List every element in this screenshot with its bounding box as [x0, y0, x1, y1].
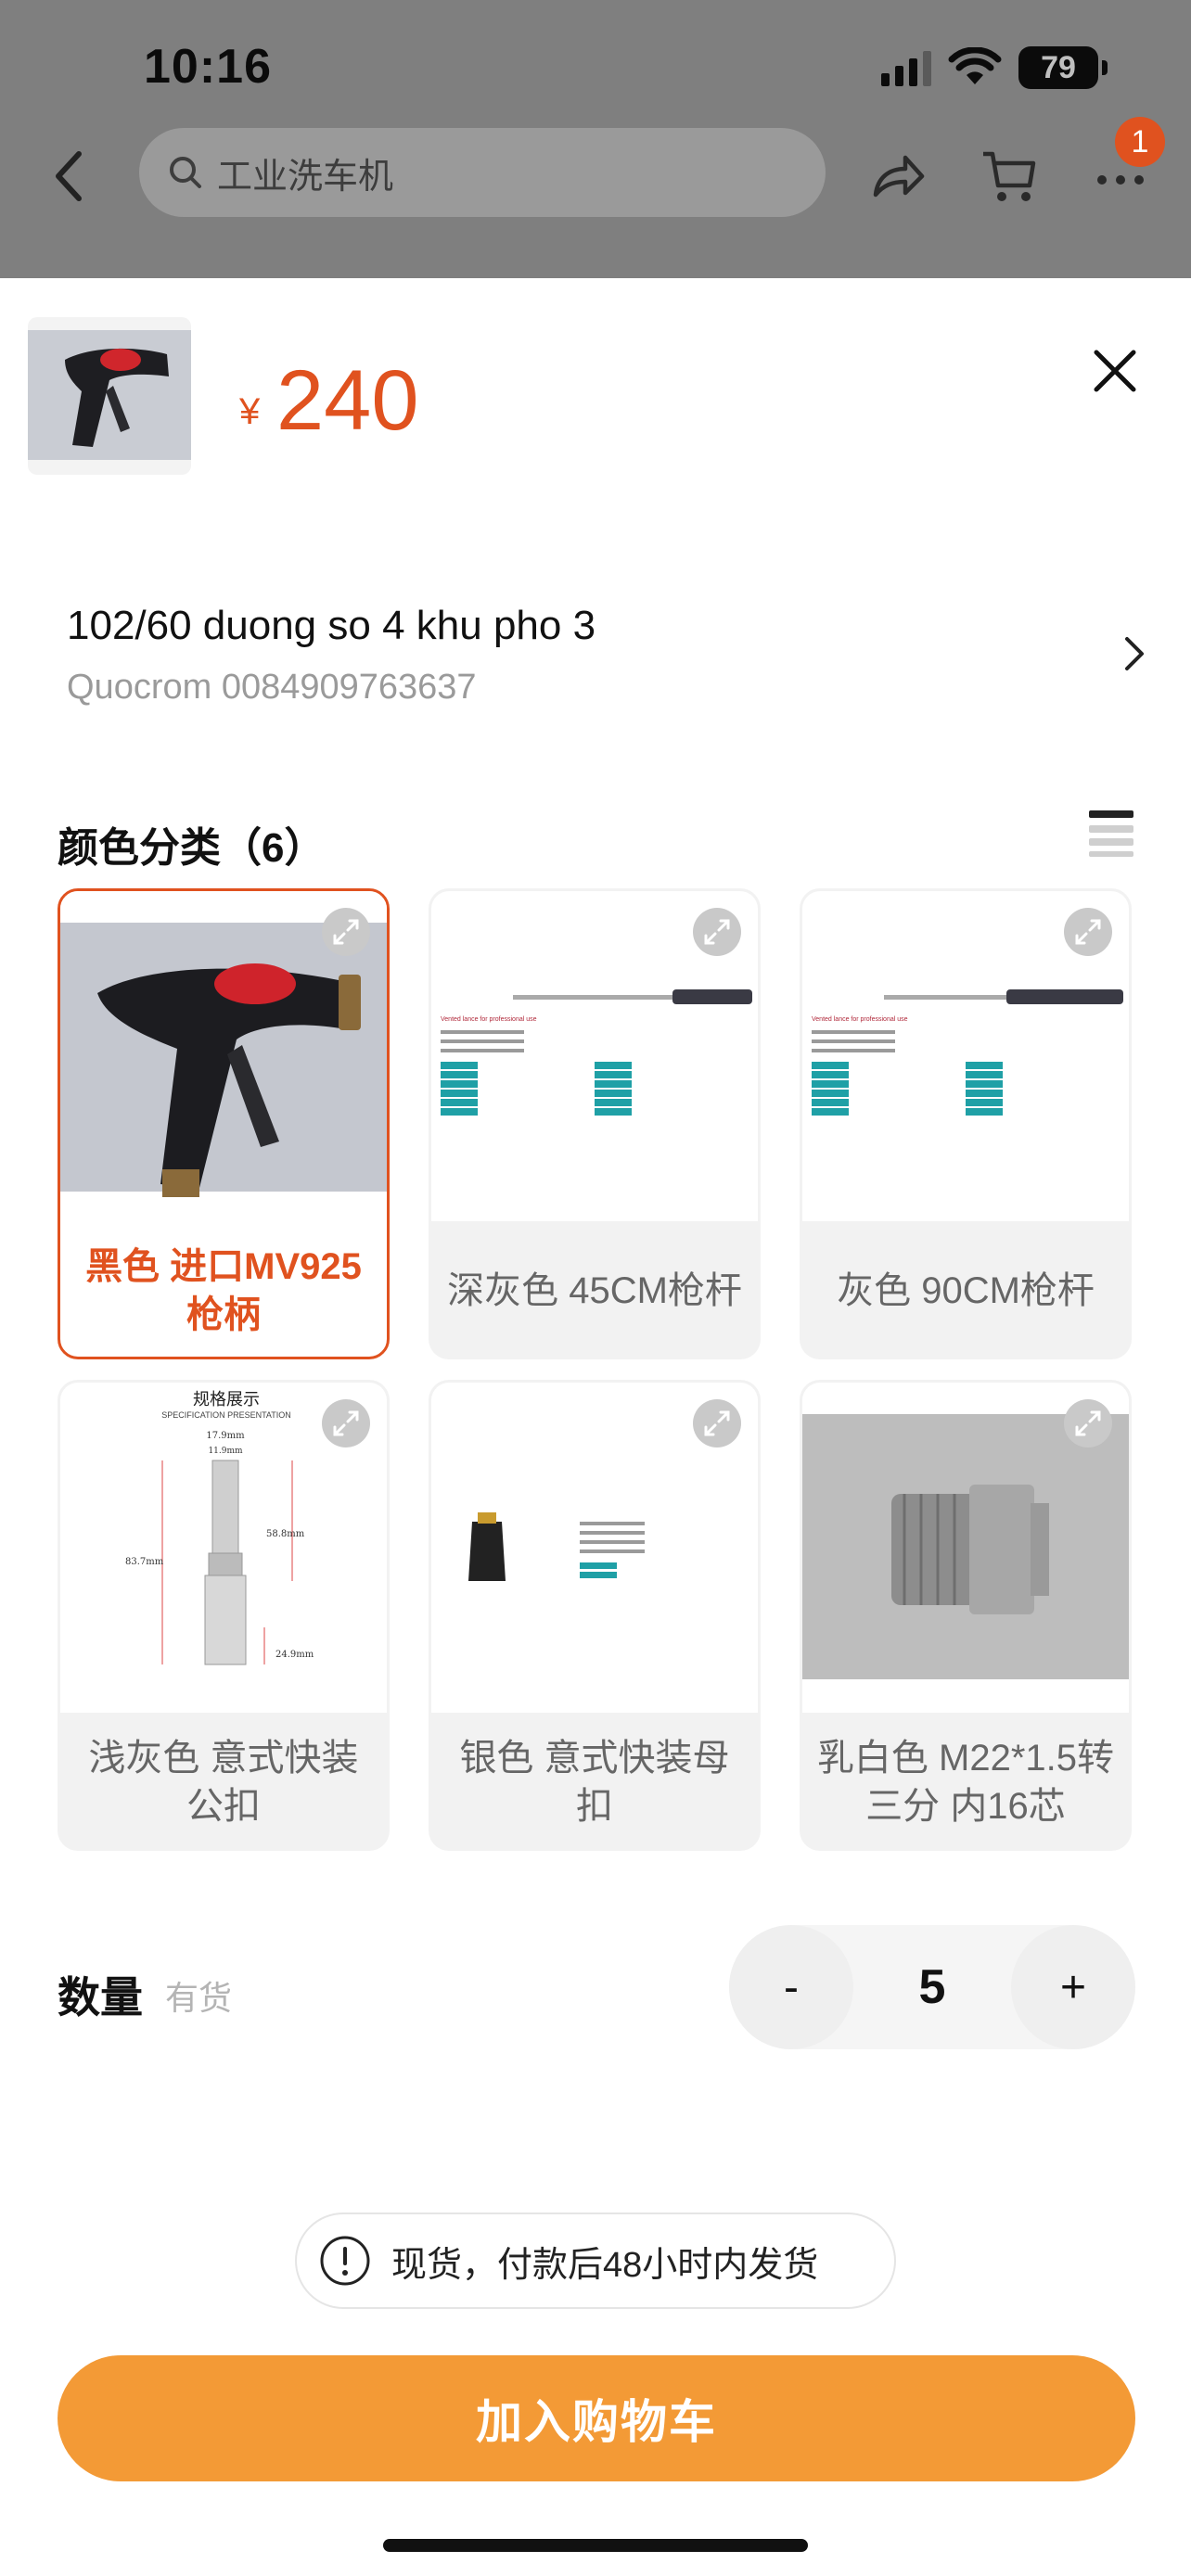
lance-spec-heading: Vented lance for professional use	[812, 1016, 908, 1023]
battery-level: 79	[1041, 49, 1076, 85]
expand-icon[interactable]	[1064, 1399, 1112, 1447]
expand-icon[interactable]	[322, 1399, 370, 1447]
expand-icon[interactable]	[693, 1399, 741, 1447]
increment-button[interactable]: +	[1011, 1925, 1135, 2049]
signal-icon	[881, 49, 931, 86]
variant-card[interactable]: Vented lance for professional use 灰色 90C	[800, 888, 1132, 1359]
quantity-stepper: - 5 +	[729, 1925, 1135, 2049]
variant-card[interactable]: 黑色 进口MV925枪柄	[58, 888, 390, 1359]
status-time: 10:16	[144, 40, 272, 94]
variant-section-title: 颜色分类（6）	[58, 825, 326, 871]
back-icon[interactable]	[51, 148, 88, 204]
price-value: 240	[276, 353, 419, 448]
product-thumbnail[interactable]	[28, 317, 191, 475]
variant-image	[60, 891, 387, 1221]
spec-heading: 规格展示	[193, 1390, 260, 1409]
spec-dim-label: 24.9mm	[275, 1650, 314, 1660]
expand-icon[interactable]	[1064, 908, 1112, 956]
variant-label: 银色 意式快装母扣	[459, 1738, 730, 1827]
variant-card[interactable]: 乳白色 M22*1.5转三分 内16芯	[800, 1380, 1132, 1851]
close-icon[interactable]	[1087, 343, 1143, 399]
expand-icon[interactable]	[322, 908, 370, 956]
share-icon[interactable]	[868, 147, 928, 206]
battery-icon: 79	[1018, 46, 1108, 89]
cart-badge: 1	[1115, 117, 1165, 167]
variant-grid: 黑色 进口MV925枪柄 Vented lance for profession…	[58, 888, 1135, 1851]
spec-dim-label: 11.9mm	[208, 1447, 243, 1456]
spec-subheading: SPECIFICATION PRESENTATION	[161, 1410, 291, 1420]
status-icons: 79	[881, 45, 1108, 91]
stock-status: 有货	[165, 1979, 233, 2017]
spray-gun-thumb-image	[28, 330, 191, 460]
wifi-icon	[948, 47, 1002, 84]
variant-label: 灰色 90CM枪杆	[837, 1270, 1095, 1311]
variant-image	[802, 1383, 1129, 1713]
address-contact: Quocrom 0084909763637	[67, 668, 477, 707]
search-icon	[170, 157, 201, 188]
search-input[interactable]: 工业洗车机	[139, 128, 826, 217]
address-line: 102/60 duong so 4 khu pho 3	[67, 603, 596, 648]
variant-image: Vented lance for professional use	[431, 891, 758, 1221]
variant-image	[431, 1383, 758, 1713]
home-indicator	[383, 2539, 808, 2552]
variant-card[interactable]: Vented lance for professional use 深灰色 45	[429, 888, 761, 1359]
spec-dim-label: 58.8mm	[266, 1529, 305, 1539]
variant-card[interactable]: 规格展示 SPECIFICATION PRESENTATION 17.9mm 1…	[58, 1380, 390, 1851]
variant-label: 黑色 进口MV925枪柄	[85, 1246, 362, 1335]
lance-spec-heading: Vented lance for professional use	[441, 1016, 537, 1023]
variant-label: 深灰色 45CM枪杆	[447, 1270, 742, 1311]
quantity-label: 数量	[58, 1973, 143, 2021]
add-to-cart-label: 加入购物车	[476, 2396, 717, 2448]
price-currency: ¥	[239, 391, 261, 432]
variant-image: Vented lance for professional use	[802, 891, 1129, 1221]
decrement-button[interactable]: -	[729, 1925, 853, 2049]
variant-card[interactable]: 银色 意式快装母扣	[429, 1380, 761, 1851]
list-view-icon[interactable]	[1087, 807, 1135, 859]
quantity-value[interactable]: 5	[853, 1925, 1011, 2049]
dimmed-background[interactable]: 10:16 79 工业洗车机 1	[0, 0, 1191, 278]
cart-icon[interactable]	[980, 147, 1039, 206]
shipping-notice-text: 现货，付款后48小时内发货	[391, 2245, 819, 2285]
info-icon	[320, 2236, 370, 2286]
spec-dim-label: 83.7mm	[125, 1557, 164, 1567]
search-placeholder: 工业洗车机	[217, 157, 394, 197]
sku-selector-sheet: ¥ 240 102/60 duong so 4 khu pho 3 Quocro…	[0, 278, 1191, 2576]
spec-dim-label: 17.9mm	[206, 1431, 245, 1441]
shipping-notice: 现货，付款后48小时内发货	[295, 2213, 896, 2309]
variant-label: 浅灰色 意式快装公扣	[88, 1738, 359, 1827]
expand-icon[interactable]	[693, 908, 741, 956]
chevron-right-icon	[1125, 637, 1144, 670]
variant-label: 乳白色 M22*1.5转三分 内16芯	[816, 1738, 1115, 1827]
add-to-cart-button[interactable]: 加入购物车	[58, 2355, 1135, 2481]
variant-image: 规格展示 SPECIFICATION PRESENTATION 17.9mm 1…	[60, 1383, 387, 1713]
